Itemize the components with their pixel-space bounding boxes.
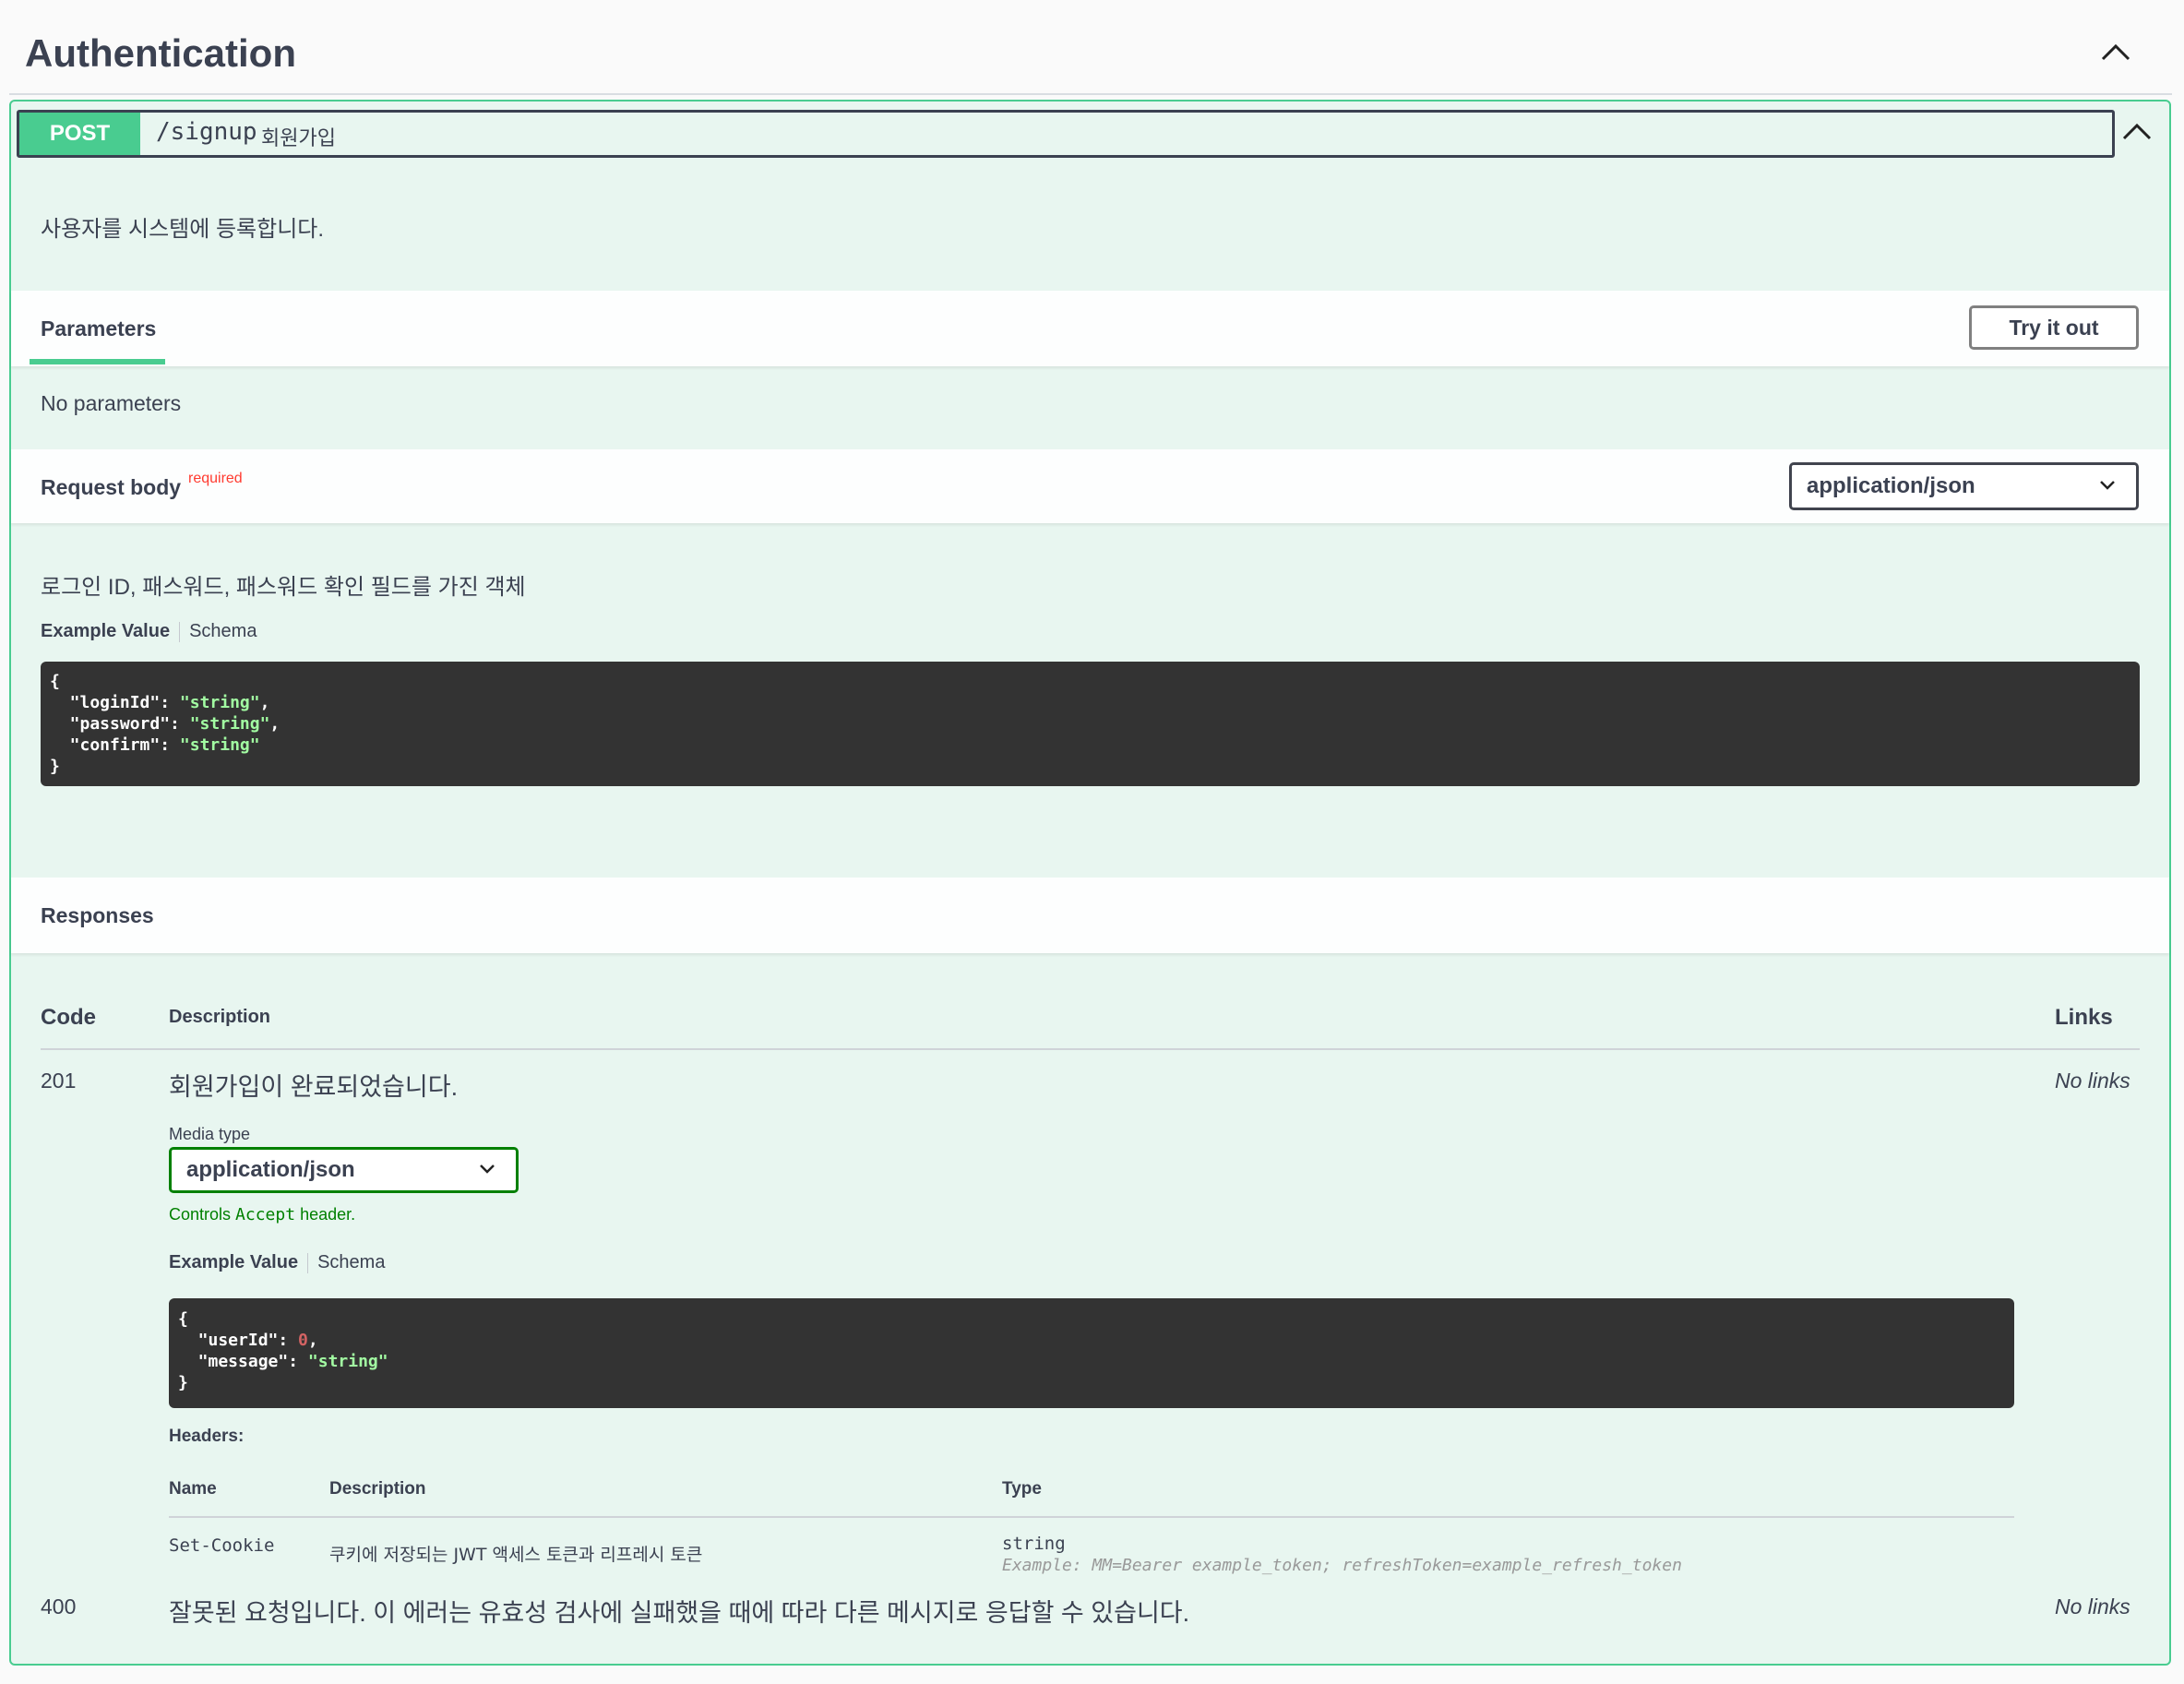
response-example-tabs: Example Value Schema: [169, 1252, 385, 1273]
column-code: Code: [41, 1005, 96, 1030]
chevron-down-icon: [2100, 481, 2115, 490]
code-line: "message": "string": [178, 1352, 388, 1371]
response-description: 회원가입이 완료되었습니다.: [169, 1073, 459, 1101]
request-content-type-select[interactable]: application/json: [1789, 462, 2139, 510]
tab-parameters[interactable]: Parameters: [41, 316, 156, 341]
operation-path: /signup: [156, 118, 257, 146]
request-body-title: Request body: [41, 475, 182, 499]
header-type: string: [1002, 1534, 1066, 1554]
response-links: No links: [2055, 1594, 2130, 1618]
responses-divider: [41, 1048, 2140, 1050]
header-example: Example: MM=Bearer example_token; refres…: [1002, 1556, 1682, 1575]
header-name: Set-Cookie: [169, 1535, 275, 1556]
operation-summary-text: 회원가입: [261, 126, 336, 149]
code-line: {: [50, 672, 60, 691]
headers-column-description: Description: [329, 1479, 426, 1499]
operation-description: 사용자를 시스템에 등록합니다.: [41, 217, 325, 242]
response-links: No links: [2055, 1069, 2130, 1093]
code-line: "userId": 0,: [178, 1331, 318, 1350]
request-example-tabs: Example Value Schema: [41, 621, 257, 642]
response-example-code: { "userId": 0, "message": "string" }: [169, 1298, 2014, 1408]
code-line: }: [178, 1373, 188, 1392]
code-line: {: [178, 1309, 188, 1329]
try-it-out-button[interactable]: Try it out: [1969, 305, 2139, 350]
tab-active-indicator: [30, 359, 165, 364]
header-description: 쿠키에 저장되는 JWT 액세스 토큰과 리프레시 토큰: [329, 1545, 703, 1565]
chevron-up-icon[interactable]: [2118, 118, 2155, 146]
response-description: 잘못된 요청입니다. 이 에러는 유효성 검사에 실패했을 때에 따라 다른 메…: [169, 1599, 1190, 1627]
request-example-code: { "loginId": "string", "password": "stri…: [41, 662, 2140, 786]
select-value: application/json: [1807, 473, 1975, 498]
column-links: Links: [2055, 1005, 2113, 1030]
code-line: "loginId": "string",: [50, 693, 270, 712]
tab-example-value[interactable]: Example Value: [41, 621, 170, 641]
media-type-label: Media type: [169, 1125, 251, 1143]
select-value: application/json: [186, 1157, 355, 1182]
parameters-header: Parameters: [11, 291, 2169, 366]
chevron-up-icon[interactable]: [2097, 39, 2134, 66]
code-line: }: [50, 757, 60, 776]
headers-column-type: Type: [1002, 1479, 1042, 1499]
no-parameters-text: No parameters: [41, 391, 182, 415]
code-line: "password": "string",: [50, 714, 280, 734]
chevron-down-icon: [480, 1164, 495, 1174]
tab-schema[interactable]: Schema: [317, 1252, 385, 1272]
column-description: Description: [169, 1007, 271, 1027]
response-code: 201: [41, 1069, 77, 1093]
headers-column-name: Name: [169, 1479, 217, 1499]
responses-header: Responses: [11, 878, 2169, 953]
operation-summary[interactable]: POST /signup 회원가입: [17, 110, 2115, 158]
section-header[interactable]: Authentication: [0, 0, 2184, 94]
method-badge: POST: [19, 113, 140, 155]
section-divider: [9, 93, 2172, 95]
tab-schema[interactable]: Schema: [189, 621, 257, 641]
response-media-type-select[interactable]: application/json: [169, 1147, 519, 1193]
section-title: Authentication: [25, 31, 296, 75]
code-line: "confirm": "string": [50, 735, 260, 755]
required-badge: required: [188, 471, 243, 486]
tab-separator: [179, 621, 181, 642]
tab-separator: [307, 1252, 309, 1273]
responses-title: Responses: [41, 903, 154, 927]
tab-example-value[interactable]: Example Value: [169, 1252, 298, 1272]
headers-title: Headers:: [169, 1427, 245, 1446]
controls-accept-note: Controls Accept header.: [169, 1205, 356, 1224]
request-body-description: 로그인 ID, 패스워드, 패스워드 확인 필드를 가진 객체: [41, 575, 526, 600]
response-code: 400: [41, 1594, 77, 1618]
headers-divider: [169, 1516, 2014, 1518]
